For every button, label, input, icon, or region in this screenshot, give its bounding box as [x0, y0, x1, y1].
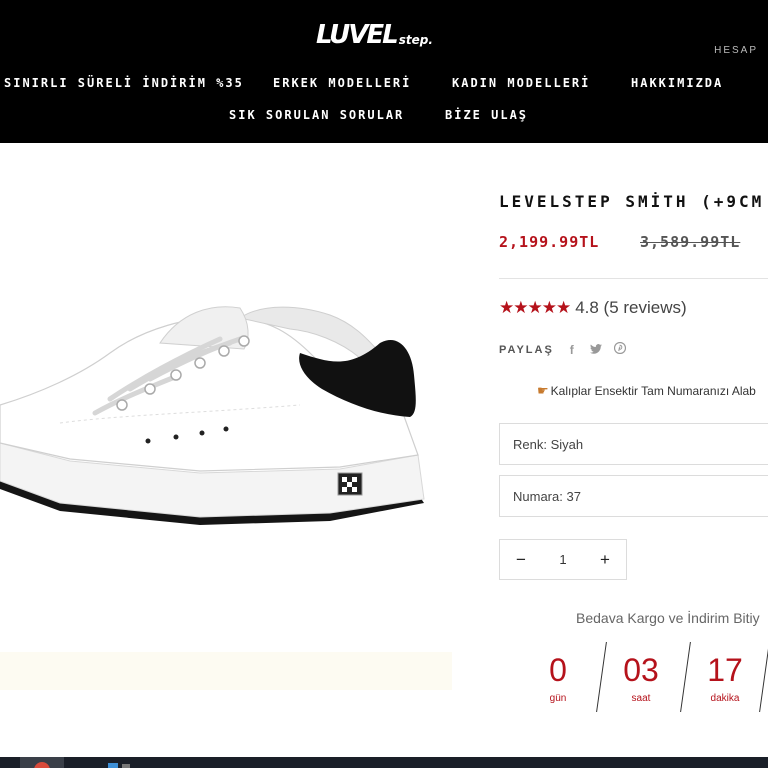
nav-item-men[interactable]: ERKEK MODELLERİ	[273, 76, 411, 90]
color-select-value: Renk: Siyah	[513, 436, 584, 452]
taskbar-app-button[interactable]	[96, 757, 136, 768]
size-note: ☛ Kalıplar Ensektir Tam Numaranızı Alab	[537, 383, 756, 399]
sale-price: 2,199.99TL	[499, 233, 600, 251]
image-caption-strip	[0, 652, 452, 690]
os-taskbar	[0, 757, 768, 768]
pinterest-icon[interactable]	[613, 341, 626, 357]
countdown-hours: 03	[623, 652, 659, 688]
account-link[interactable]: HESAP	[714, 45, 758, 56]
size-select[interactable]: Numara: 37	[499, 475, 768, 517]
nav-item-women[interactable]: KADIN MODELLERİ	[452, 76, 590, 90]
countdown-days: 0	[549, 652, 567, 688]
quantity-value[interactable]: 1	[559, 552, 566, 567]
countdown-days-label: gün	[549, 693, 567, 704]
logo-sub: step.	[398, 33, 433, 47]
logo-mark: LUVEL	[316, 20, 399, 50]
increase-button[interactable]: +	[600, 550, 610, 570]
countdown-minutes: 17	[707, 652, 743, 688]
nav-item-contact[interactable]: BİZE ULAŞ	[445, 108, 528, 122]
taskbar-app-button[interactable]	[20, 757, 64, 768]
nav-item-about[interactable]: HAKKIMIZDA	[631, 76, 723, 90]
rating-stars: ★★★★★	[499, 298, 571, 317]
color-select[interactable]: Renk: Siyah	[499, 423, 768, 465]
original-price: 3,589.99TL	[640, 233, 741, 251]
decrease-button[interactable]: −	[516, 550, 526, 570]
facebook-icon[interactable]: f	[566, 343, 578, 357]
site-logo[interactable]: LUVEL step.	[316, 18, 433, 48]
countdown-hours-label: saat	[631, 693, 651, 704]
countdown-separator	[759, 642, 768, 712]
product-title: LEVELSTEP SMİTH (+9CM	[499, 192, 765, 211]
share-bar: PAYLAŞ f	[499, 341, 626, 357]
nav-item-discount[interactable]: SINIRLI SÜRELİ İNDİRİM %35	[4, 76, 244, 90]
rating-text: 4.8 (5 reviews)	[575, 298, 687, 317]
size-note-text: Kalıplar Ensektir Tam Numaranızı Alab	[550, 384, 756, 398]
product-image[interactable]	[0, 143, 460, 673]
twitter-icon[interactable]	[589, 343, 602, 357]
product-rating[interactable]: ★★★★★ 4.8 (5 reviews)	[499, 298, 687, 318]
nav-item-faq[interactable]: SIK SORULAN SORULAR	[229, 108, 404, 122]
promo-text: Bedava Kargo ve İndirim Bitiy	[576, 610, 760, 626]
share-label: PAYLAŞ	[499, 343, 554, 356]
pointing-hand-icon: ☛	[537, 383, 549, 398]
countdown-minutes-label: dakika	[710, 693, 740, 704]
sneaker-image	[0, 306, 425, 525]
quantity-stepper: − 1 +	[499, 539, 627, 580]
size-select-value: Numara: 37	[513, 488, 581, 504]
site-header: LUVEL step. HESAP SINIRLI SÜRELİ İNDİRİM…	[0, 0, 768, 143]
divider	[499, 278, 768, 279]
